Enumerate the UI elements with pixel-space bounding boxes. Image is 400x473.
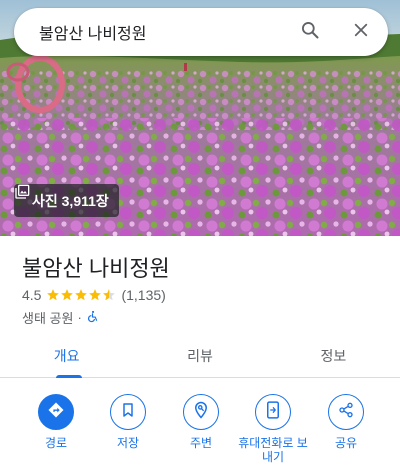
photo-count-label: 사진 3,911장 [32, 192, 109, 209]
place-tabs: 개요 리뷰 정보 [0, 338, 400, 378]
directions-button[interactable]: 경로 [19, 394, 93, 450]
share-label: 공유 [334, 436, 358, 450]
tab-reviews-label: 리뷰 [187, 348, 213, 364]
search-bar[interactable]: 불암산 나비정원 [14, 8, 388, 56]
active-tab-indicator [56, 375, 82, 378]
place-category: 생태 공원 [22, 311, 74, 326]
send-to-phone-button[interactable]: 휴대전화로 보내기 [236, 394, 310, 464]
rating-stars [46, 288, 116, 302]
save-label: 저장 [116, 436, 140, 450]
star-full-icon [75, 289, 88, 301]
category-row: 생태 공원 · [22, 308, 99, 327]
review-count[interactable]: (1,135) [121, 287, 165, 303]
star-full-icon [47, 289, 60, 301]
share-circle[interactable] [328, 394, 364, 430]
close-icon [352, 21, 370, 44]
wheelchair-icon [86, 310, 99, 326]
share-icon [338, 402, 354, 423]
send-to-phone-circle[interactable] [255, 394, 291, 430]
star-full-icon [61, 289, 74, 301]
save-button[interactable]: 저장 [91, 394, 165, 450]
tab-about[interactable]: 정보 [267, 338, 400, 377]
directions-label: 경로 [44, 436, 68, 450]
action-buttons: 경로 저장 주변 휴대전화로 보내기 공유 [0, 394, 400, 473]
search-icon [300, 20, 320, 45]
star-half-icon [103, 289, 116, 301]
category-separator: · [77, 310, 82, 325]
tab-overview-label: 개요 [53, 348, 80, 364]
nearby-button[interactable]: 주변 [164, 394, 238, 450]
share-button[interactable]: 공유 [309, 394, 383, 450]
send-to-phone-label: 휴대전화로 보내기 [238, 436, 308, 464]
photo-count-button[interactable]: 사진 3,911장 [14, 184, 119, 217]
search-button[interactable] [290, 12, 330, 52]
directions-circle[interactable] [38, 394, 74, 430]
nearby-icon [192, 401, 210, 424]
directions-icon [47, 401, 65, 424]
nearby-circle[interactable] [183, 394, 219, 430]
send-to-phone-icon [265, 400, 281, 424]
tab-reviews[interactable]: 리뷰 [133, 338, 266, 377]
search-query-text[interactable]: 불암산 나비정원 [14, 20, 290, 44]
tab-overview[interactable]: 개요 [0, 338, 133, 377]
star-full-icon [89, 289, 102, 301]
bookmark-icon [120, 402, 136, 423]
place-title: 불암산 나비정원 [22, 256, 170, 281]
tab-about-label: 정보 [320, 348, 347, 364]
nearby-label: 주변 [189, 436, 213, 450]
save-circle[interactable] [110, 394, 146, 430]
close-button[interactable] [341, 12, 381, 52]
rating-value: 4.5 [22, 287, 42, 303]
rating-row[interactable]: 4.5 (1,135) [22, 287, 166, 303]
